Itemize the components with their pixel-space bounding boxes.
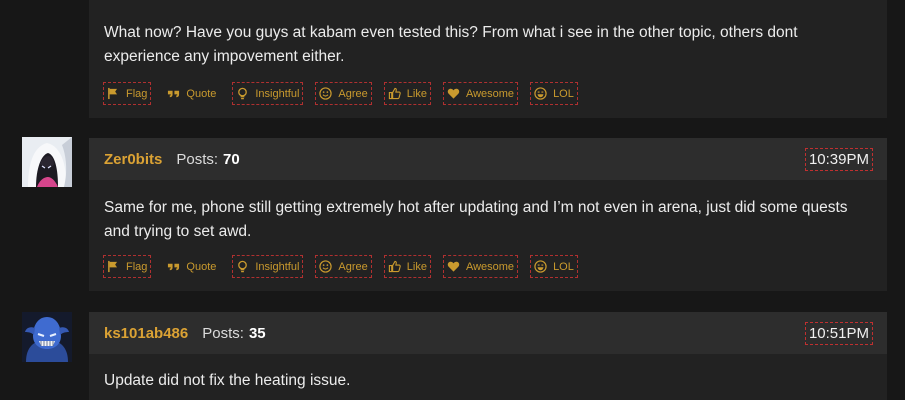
flag-label: Flag (126, 87, 148, 100)
reaction-bar: Flag Quote Insightful Agree Like Awesome (103, 255, 590, 278)
quote-icon (168, 90, 180, 98)
heart-icon (447, 261, 460, 272)
post-text: Same for me, phone still getting extreme… (104, 199, 848, 240)
smiley-icon (319, 260, 333, 273)
awesome-button[interactable]: Awesome (442, 255, 519, 278)
like-label: Like (406, 260, 427, 273)
agree-label: Agree (338, 260, 368, 273)
laugh-icon (534, 87, 547, 100)
flag-icon (108, 87, 118, 100)
posts-count: 35 (248, 324, 266, 342)
agree-label: Agree (338, 87, 368, 100)
heart-icon (447, 88, 460, 99)
post-header: ks101ab486 Posts: 35 10:51PM (89, 312, 887, 354)
flag-label: Flag (126, 260, 148, 273)
quote-label: Quote (186, 87, 217, 100)
like-label: Like (406, 87, 427, 100)
post-3: ks101ab486 Posts: 35 10:51PM Update did … (89, 312, 887, 400)
lol-button[interactable]: LOL (530, 82, 578, 105)
insightful-label: Insightful (255, 260, 300, 273)
insightful-button[interactable]: Insightful (232, 255, 304, 278)
lol-button[interactable]: LOL (530, 255, 578, 278)
flag-icon (108, 260, 118, 273)
post-text: Update did not fix the heating issue. (104, 372, 351, 389)
post-header: Zer0bits Posts: 70 10:39PM (89, 138, 887, 180)
author-name[interactable]: Zer0bits (104, 151, 162, 168)
posts-count: 70 (223, 150, 240, 168)
post-1: What now? Have you guys at kabam even te… (89, 0, 887, 118)
avatar-ks101ab486[interactable] (22, 312, 72, 362)
author-name[interactable]: ks101ab486 (104, 325, 188, 342)
post-text: What now? Have you guys at kabam even te… (104, 24, 798, 65)
insightful-label: Insightful (255, 87, 300, 100)
avatar-image (22, 137, 72, 187)
post-timestamp[interactable]: 10:51PM (804, 321, 873, 345)
flag-button[interactable]: Flag (103, 82, 152, 105)
awesome-label: Awesome (465, 87, 515, 100)
smiley-icon (319, 87, 333, 100)
like-button[interactable]: Like (383, 255, 431, 278)
quote-button[interactable]: Quote (163, 82, 220, 105)
post-timestamp[interactable]: 10:39PM (804, 147, 873, 171)
insightful-button[interactable]: Insightful (232, 82, 304, 105)
thumbs-up-icon (388, 87, 401, 100)
agree-button[interactable]: Agree (315, 82, 372, 105)
posts-label: Posts: (176, 150, 219, 168)
lol-label: LOL (553, 87, 574, 100)
awesome-label: Awesome (465, 260, 515, 273)
forum-thread: What now? Have you guys at kabam even te… (0, 0, 905, 400)
post-2: Zer0bits Posts: 70 10:39PM Same for me, … (89, 138, 887, 291)
lol-label: LOL (553, 260, 574, 273)
quote-button[interactable]: Quote (163, 255, 220, 278)
awesome-button[interactable]: Awesome (442, 82, 519, 105)
lightbulb-icon (238, 260, 248, 273)
thumbs-up-icon (388, 260, 401, 273)
laugh-icon (534, 260, 547, 273)
avatar-zer0bits[interactable] (22, 137, 72, 187)
quote-icon (168, 263, 180, 271)
posts-label: Posts: (202, 324, 244, 342)
lightbulb-icon (238, 87, 248, 100)
like-button[interactable]: Like (383, 82, 431, 105)
quote-label: Quote (186, 260, 217, 273)
avatar-image (22, 312, 72, 362)
agree-button[interactable]: Agree (315, 255, 372, 278)
reaction-bar: Flag Quote Insightful Agree Like Awesome (103, 82, 590, 105)
flag-button[interactable]: Flag (103, 255, 152, 278)
